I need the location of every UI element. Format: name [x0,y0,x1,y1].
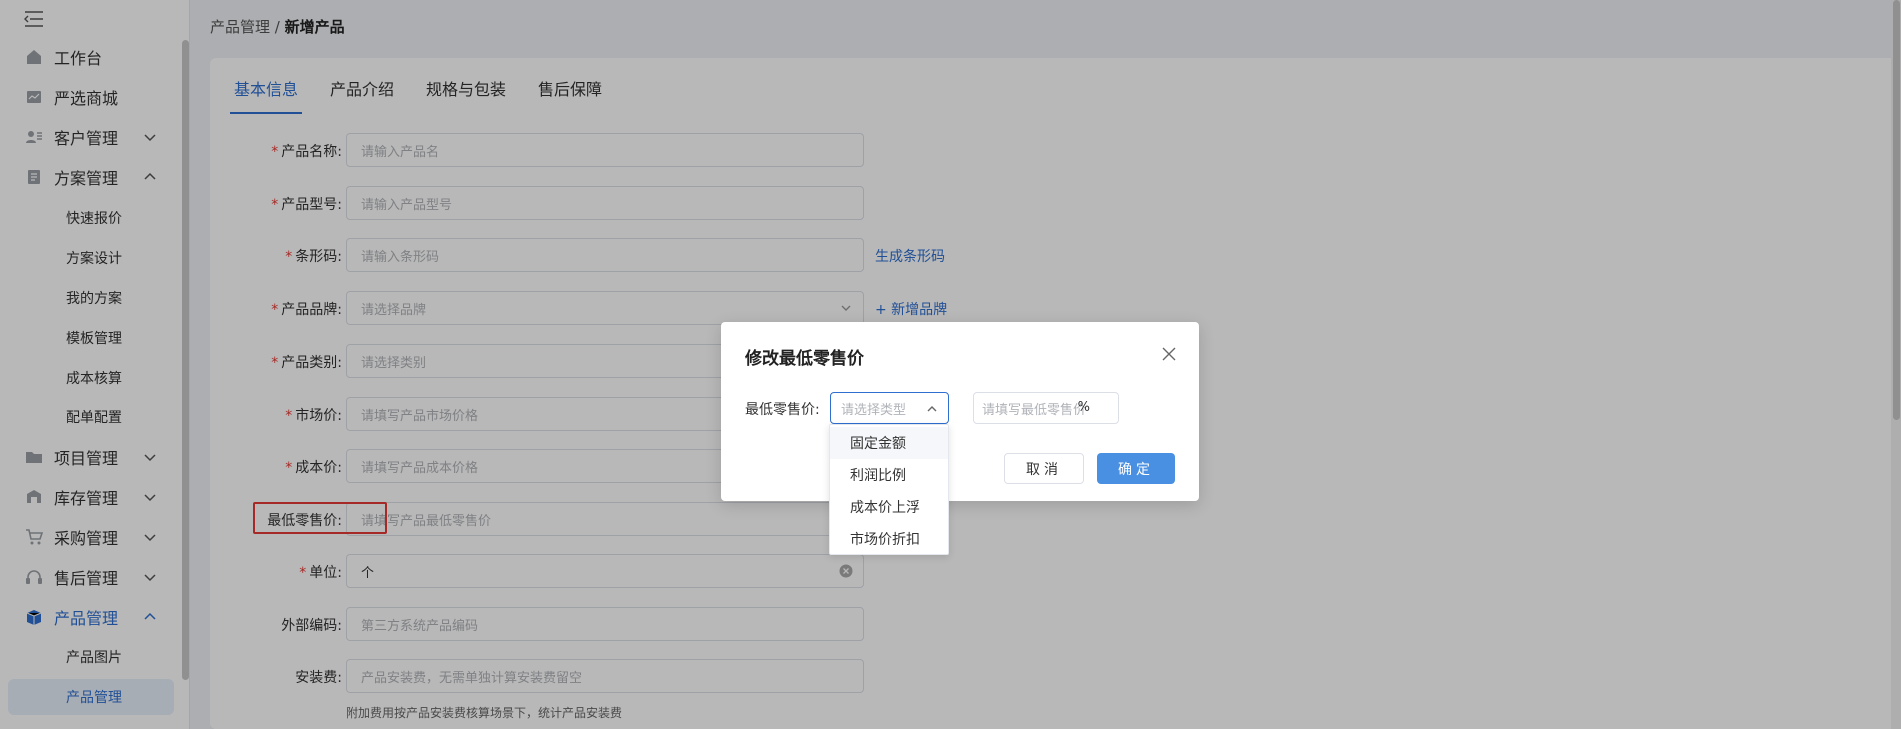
dialog-field-label: 最低零售价: [745,402,820,418]
price-type-select[interactable]: 请选择类型 [830,392,949,424]
option-profit-ratio[interactable]: 利润比例 [830,459,948,491]
select-placeholder: 请选择类型 [841,402,907,418]
cancel-button[interactable]: 取消 [1004,453,1084,484]
option-fixed-amount[interactable]: 固定金额 [830,427,948,459]
min-retail-price-dialog: 修改最低零售价 最低零售价: 请选择类型 请填写最低零售价 % 取消 确定 [721,322,1199,501]
dialog-title: 修改最低零售价 [745,349,864,369]
unit-suffix: % [1077,400,1090,415]
option-cost-markup[interactable]: 成本价上浮 [830,491,948,523]
input-placeholder: 请填写最低零售价 [982,402,1087,418]
price-type-dropdown: 固定金额 利润比例 成本价上浮 市场价折扣 [829,424,949,555]
confirm-button[interactable]: 确定 [1097,453,1175,484]
close-icon[interactable] [1161,346,1177,362]
option-market-discount[interactable]: 市场价折扣 [830,523,948,555]
chevron-up-icon [927,406,937,412]
min-retail-value-input[interactable]: 请填写最低零售价 % [973,392,1119,424]
